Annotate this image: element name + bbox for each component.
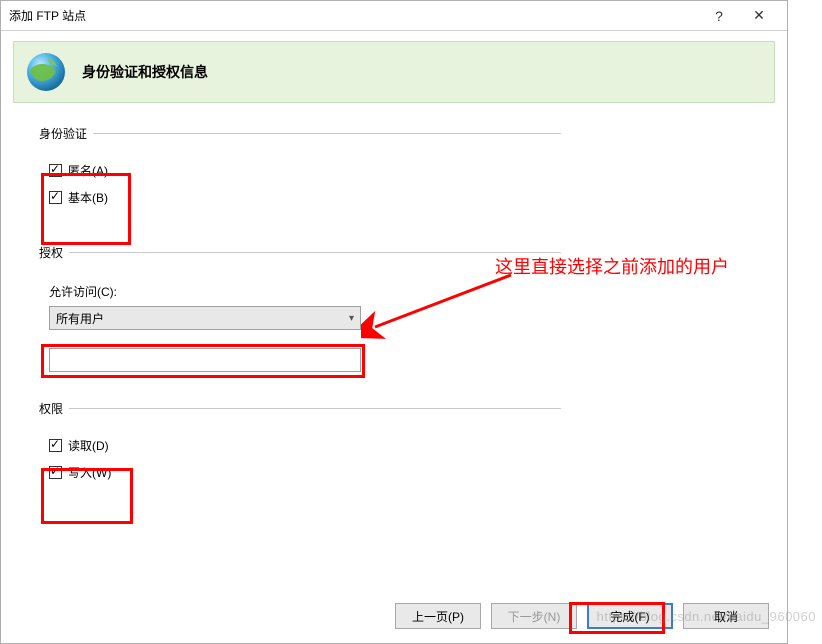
checkbox-basic-label: 基本(B) <box>68 189 108 206</box>
checkbox-read-label: 读取(D) <box>68 437 109 454</box>
watermark: https://blog.csdn.net/baidu_960060 <box>597 609 816 624</box>
titlebar: 添加 FTP 站点 ? ✕ <box>1 1 787 31</box>
content-area: 身份验证 匿名(A) 基本(B) 授权 允许访问(C): 所有用户 ▾ 权限 <box>1 103 787 491</box>
allow-access-select[interactable]: 所有用户 ▾ <box>49 306 361 330</box>
permissions-group: 权限 读取(D) 写入(W) <box>41 400 561 491</box>
checkbox-write-label: 写入(W) <box>68 464 111 481</box>
checkbox-basic-row[interactable]: 基本(B) <box>49 189 561 206</box>
allow-access-label: 允许访问(C): <box>49 283 561 300</box>
page-header: 身份验证和授权信息 <box>13 41 775 103</box>
globe-icon <box>24 50 68 94</box>
auth-group: 身份验证 匿名(A) 基本(B) <box>41 125 561 216</box>
window-title: 添加 FTP 站点 <box>9 7 699 24</box>
prev-button[interactable]: 上一页(P) <box>395 603 481 629</box>
checkbox-anonymous[interactable] <box>49 164 62 177</box>
next-button: 下一步(N) <box>491 603 577 629</box>
close-button[interactable]: ✕ <box>739 7 779 24</box>
page-title: 身份验证和授权信息 <box>82 62 208 82</box>
authorization-group: 授权 允许访问(C): 所有用户 ▾ <box>41 244 561 372</box>
chevron-down-icon: ▾ <box>349 313 354 324</box>
checkbox-read[interactable] <box>49 439 62 452</box>
annotation-text: 这里直接选择之前添加的用户 <box>495 253 729 279</box>
checkbox-anonymous-row[interactable]: 匿名(A) <box>49 162 561 179</box>
permissions-legend: 权限 <box>39 400 69 417</box>
checkbox-basic[interactable] <box>49 191 62 204</box>
auth-legend: 身份验证 <box>39 125 93 142</box>
allow-access-value: 所有用户 <box>56 310 104 327</box>
checkbox-write[interactable] <box>49 466 62 479</box>
checkbox-anonymous-label: 匿名(A) <box>68 162 108 179</box>
user-input[interactable] <box>49 348 361 372</box>
checkbox-read-row[interactable]: 读取(D) <box>49 437 561 454</box>
dialog-window: 添加 FTP 站点 ? ✕ 身份验证和授权信息 身份验证 匿名 <box>0 0 788 644</box>
authorization-legend: 授权 <box>39 244 69 261</box>
checkbox-write-row[interactable]: 写入(W) <box>49 464 561 481</box>
help-button[interactable]: ? <box>699 8 739 24</box>
